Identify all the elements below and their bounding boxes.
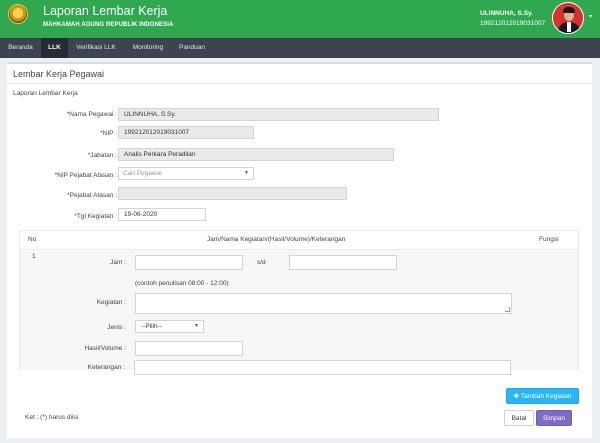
col-kegiatan: Jam/Nama Kegiatan/(Hasil/Volume)/Keteran… — [207, 236, 346, 243]
tgl-kegiatan-label: *Tgl Kegiatan : — [74, 213, 117, 220]
nama-pegawai-field: ULINNUHA, S.Sy. — [118, 108, 439, 121]
nip-atasan-label: *NIP Pejabat Atasan : — [54, 172, 117, 179]
nav-panduan[interactable]: Panduan — [172, 38, 212, 58]
app-title: Laporan Lembar Kerja — [43, 4, 168, 18]
panel-title: Lembar Kerja Pegawai — [13, 69, 105, 79]
hasil-volume-input[interactable] — [135, 341, 243, 356]
resize-grip-icon[interactable] — [505, 307, 510, 312]
user-menu-chevron-icon[interactable]: ▾ — [589, 13, 592, 20]
user-nip[interactable]: 199212012019031007 — [480, 20, 545, 27]
row-number: 1 — [32, 253, 36, 260]
pejabat-atasan-field — [118, 187, 347, 200]
user-avatar[interactable] — [552, 2, 584, 34]
nip-atasan-select[interactable]: Cari Pegawai ▼ — [118, 167, 254, 180]
simpan-button[interactable]: Simpan — [536, 410, 572, 426]
app-subtitle: MAHKAMAH AGUNG REPUBLIK INDONESIA — [43, 22, 174, 28]
kegiatan-table: No Jam/Nama Kegiatan/(Hasil/Volume)/Kete… — [19, 230, 579, 370]
nav-beranda[interactable]: Beranda — [0, 38, 41, 58]
sd-label: s/d — [257, 259, 266, 266]
jam-end-input[interactable] — [289, 255, 397, 270]
jabatan-label: *Jabatan : — [87, 152, 117, 159]
keterangan-label: Keterangan : — [87, 364, 125, 371]
chevron-down-icon: ▼ — [244, 170, 249, 176]
main-nav: Beranda LLK Verifikasi LLK Monitoring Pa… — [0, 38, 600, 58]
nip-label: *NIP : — [100, 130, 117, 137]
lembar-kerja-panel: Lembar Kerja Pegawai Laporan Lembar Kerj… — [7, 62, 592, 438]
col-fungsi: Fungsi — [539, 236, 559, 243]
user-name[interactable]: ULINNUHA, S.Sy. — [480, 10, 533, 17]
tambah-kegiatan-label: Tambah Kegiatan — [520, 393, 572, 400]
jam-hint: (contoh penulisan 08:00 - 12:00) — [135, 280, 229, 287]
batal-button[interactable]: Batal — [504, 410, 534, 426]
section-title: Laporan Lembar Kerja — [13, 90, 78, 97]
jam-start-input[interactable] — [135, 255, 243, 270]
required-footnote: Ket : (*) harus diisi — [25, 414, 79, 421]
jam-label: Jam : — [110, 259, 126, 266]
kegiatan-label: Kegiatan : — [96, 299, 126, 306]
jabatan-field: Analis Perkara Peradilan — [118, 148, 394, 161]
nip-field: 199212012019031007 — [118, 126, 254, 139]
nav-monitoring[interactable]: Monitoring — [124, 38, 172, 58]
keterangan-input[interactable] — [134, 360, 511, 375]
kegiatan-textarea[interactable] — [135, 293, 512, 314]
jenis-selected: --Pilih-- — [141, 323, 162, 330]
tgl-kegiatan-field[interactable]: 19-06-2020 — [118, 208, 206, 221]
pejabat-atasan-label: *Pejabat Atasan : — [67, 192, 117, 199]
panel-divider — [7, 83, 592, 84]
tambah-kegiatan-button[interactable]: ✚ Tambah Kegiatan — [506, 388, 579, 404]
plus-icon: ✚ — [513, 393, 521, 400]
jenis-label: Jenis : — [107, 324, 126, 331]
chevron-down-icon: ▼ — [194, 323, 199, 329]
jenis-select[interactable]: --Pilih-- ▼ — [135, 320, 204, 333]
nama-pegawai-label: *Nama Pegawai : — [66, 111, 117, 118]
nav-verifikasi-llk[interactable]: Verifikasi LLK — [68, 38, 124, 58]
nav-llk[interactable]: LLK — [41, 38, 68, 58]
col-no: No — [28, 236, 37, 243]
mahkamah-agung-logo — [8, 4, 28, 24]
nip-atasan-placeholder: Cari Pegawai — [123, 170, 162, 177]
hasil-volume-label: Hasil/Volume : — [84, 345, 126, 352]
top-header: Laporan Lembar Kerja MAHKAMAH AGUNG REPU… — [0, 0, 600, 38]
